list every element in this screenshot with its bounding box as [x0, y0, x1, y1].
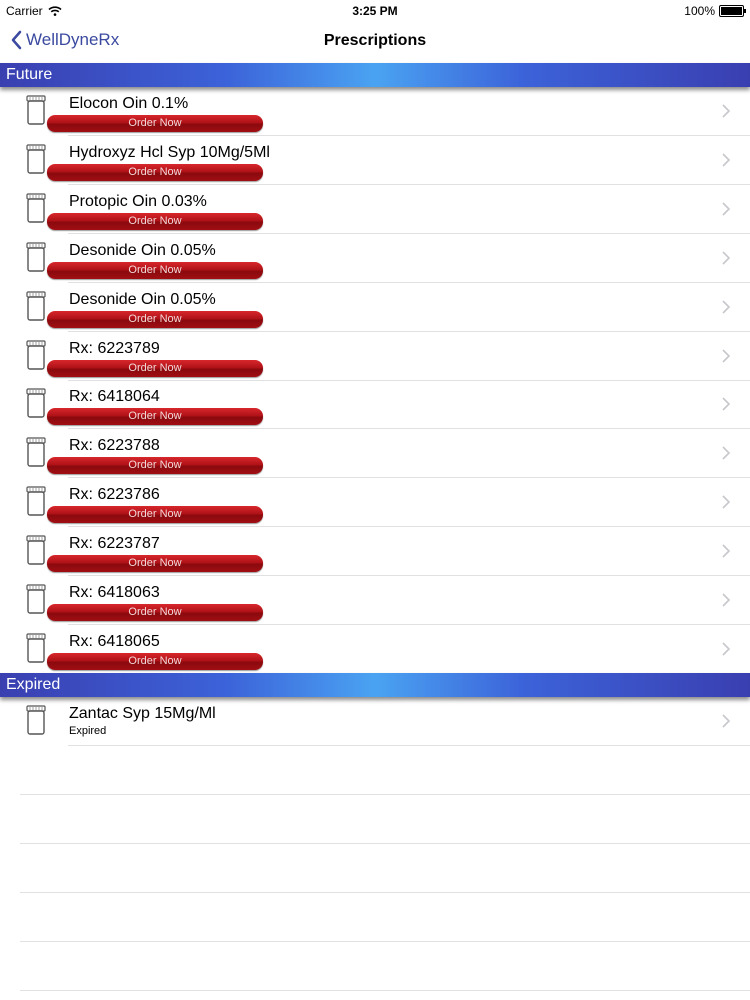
prescription-name: Desonide Oin 0.05% — [69, 291, 216, 308]
order-now-button[interactable]: Order Now — [47, 115, 263, 132]
prescription-name: Desonide Oin 0.05% — [69, 242, 216, 259]
chevron-right-icon — [722, 642, 730, 656]
prescription-name: Rx: 6223789 — [69, 340, 160, 357]
section-title: Future — [6, 66, 53, 83]
order-now-button[interactable]: Order Now — [47, 311, 263, 328]
order-now-button[interactable]: Order Now — [47, 604, 263, 621]
empty-row-divider — [20, 990, 750, 991]
prescription-name: Rx: 6418063 — [69, 584, 160, 601]
prescription-row[interactable]: Desonide Oin 0.05% Order Now — [0, 234, 750, 283]
page-title: Prescriptions — [323, 32, 427, 49]
section-header-future: Future — [0, 63, 750, 87]
order-now-button[interactable]: Order Now — [47, 360, 263, 377]
prescription-row[interactable]: Desonide Oin 0.05% Order Now — [0, 283, 750, 332]
status-bar: Carrier 3:25 PM 100% — [0, 0, 750, 22]
order-now-button[interactable]: Order Now — [47, 457, 263, 474]
chevron-right-icon — [722, 104, 730, 118]
pill-bottle-icon — [26, 340, 46, 370]
prescription-row-expired[interactable]: Zantac Syp 15Mg/Ml Expired — [0, 697, 750, 746]
chevron-right-icon — [722, 397, 730, 411]
pill-bottle-icon — [26, 584, 46, 614]
prescription-row[interactable]: Rx: 6418065 Order Now — [0, 625, 750, 674]
battery-icon — [719, 5, 746, 17]
pill-bottle-icon — [26, 705, 46, 735]
status-time: 3:25 PM — [352, 4, 398, 18]
order-now-button[interactable]: Order Now — [47, 653, 263, 670]
order-now-button[interactable]: Order Now — [47, 506, 263, 523]
chevron-right-icon — [722, 153, 730, 167]
expired-label: Expired — [69, 725, 107, 737]
prescription-name: Zantac Syp 15Mg/Ml — [69, 705, 216, 722]
pill-bottle-icon — [26, 242, 46, 272]
prescription-name: Rx: 6223787 — [69, 535, 160, 552]
prescription-name: Elocon Oin 0.1% — [69, 95, 189, 112]
prescription-row[interactable]: Rx: 6223789 Order Now — [0, 332, 750, 381]
battery-percent: 100% — [684, 4, 715, 18]
prescription-name: Rx: 6418065 — [69, 633, 160, 650]
prescription-row[interactable]: Rx: 6223788 Order Now — [0, 429, 750, 478]
prescription-name: Hydroxyz Hcl Syp 10Mg/5Ml — [69, 144, 270, 161]
status-right: 100% — [684, 4, 746, 18]
chevron-right-icon — [722, 300, 730, 314]
chevron-right-icon — [722, 544, 730, 558]
prescription-row[interactable]: Rx: 6223787 Order Now — [0, 527, 750, 576]
prescription-row[interactable]: Hydroxyz Hcl Syp 10Mg/5Ml Order Now — [0, 136, 750, 185]
order-now-button[interactable]: Order Now — [47, 408, 263, 425]
prescription-row[interactable]: Rx: 6418064 Order Now — [0, 380, 750, 429]
order-now-button[interactable]: Order Now — [47, 164, 263, 181]
pill-bottle-icon — [26, 95, 46, 125]
empty-row-divider — [20, 941, 750, 942]
empty-row-divider — [20, 892, 750, 893]
prescription-name: Rx: 6223786 — [69, 486, 160, 503]
prescription-name: Rx: 6223788 — [69, 437, 160, 454]
chevron-right-icon — [722, 202, 730, 216]
section-header-expired: Expired — [0, 673, 750, 697]
pill-bottle-icon — [26, 437, 46, 467]
pill-bottle-icon — [26, 535, 46, 565]
chevron-right-icon — [722, 495, 730, 509]
chevron-right-icon — [722, 714, 730, 728]
chevron-right-icon — [722, 251, 730, 265]
row-divider — [68, 745, 750, 746]
navigation-bar: WellDyneRx Prescriptions — [0, 22, 750, 62]
prescription-name: Protopic Oin 0.03% — [69, 193, 207, 210]
order-now-button[interactable]: Order Now — [47, 262, 263, 279]
prescription-row[interactable]: Rx: 6418063 Order Now — [0, 576, 750, 625]
prescription-row[interactable]: Rx: 6223786 Order Now — [0, 478, 750, 527]
prescription-row[interactable]: Elocon Oin 0.1% Order Now — [0, 87, 750, 136]
prescription-row[interactable]: Protopic Oin 0.03% Order Now — [0, 185, 750, 234]
order-now-button[interactable]: Order Now — [47, 213, 263, 230]
pill-bottle-icon — [26, 291, 46, 321]
prescription-name: Rx: 6418064 — [69, 388, 160, 405]
order-now-button[interactable]: Order Now — [47, 555, 263, 572]
pill-bottle-icon — [26, 633, 46, 663]
chevron-right-icon — [722, 349, 730, 363]
section-title: Expired — [6, 676, 61, 693]
pill-bottle-icon — [26, 388, 46, 418]
chevron-right-icon — [722, 446, 730, 460]
empty-row-divider — [20, 794, 750, 795]
pill-bottle-icon — [26, 486, 46, 516]
pill-bottle-icon — [26, 144, 46, 174]
pill-bottle-icon — [26, 193, 46, 223]
empty-row-divider — [20, 843, 750, 844]
chevron-right-icon — [722, 593, 730, 607]
